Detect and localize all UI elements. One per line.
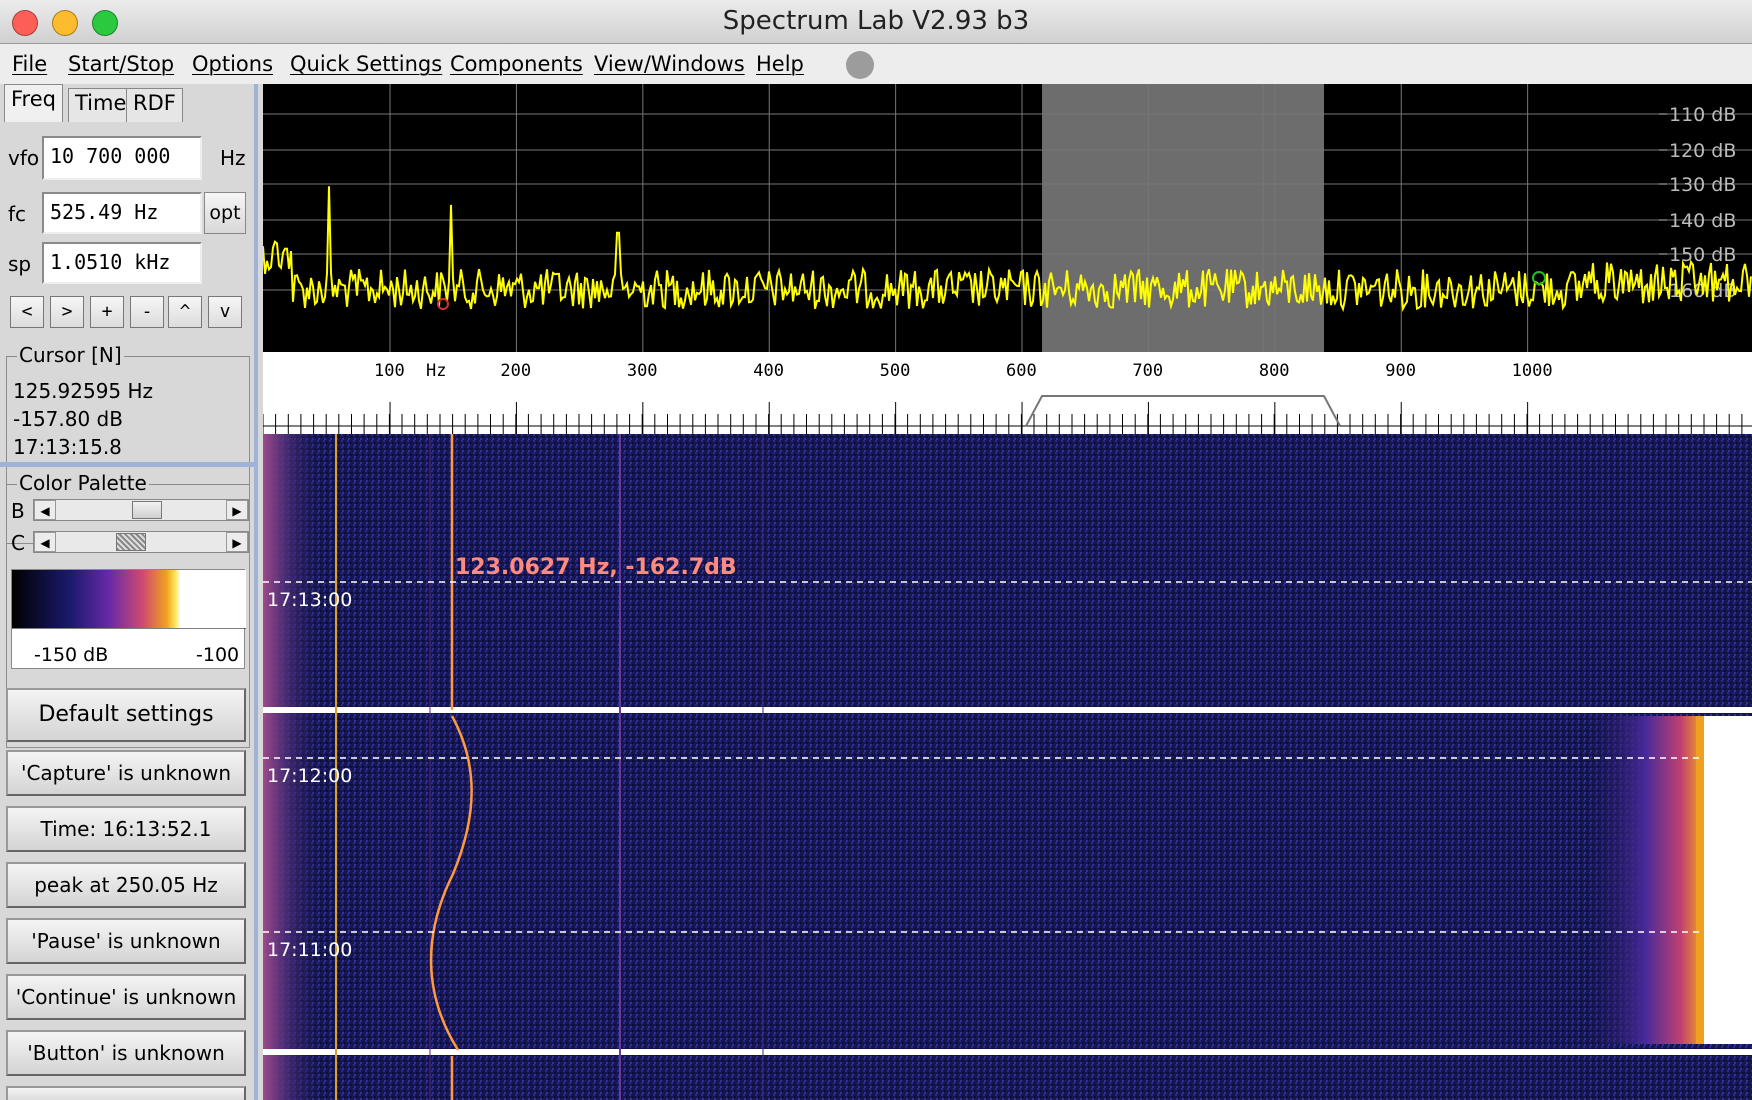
- palette-ticks: [12, 628, 246, 629]
- menu-quick-settings[interactable]: Quick Settings: [290, 52, 442, 76]
- db-label: 120 dB: [1669, 140, 1736, 162]
- menu-start-stop[interactable]: Start/Stop: [68, 52, 174, 76]
- cursor-time: 17:13:15.8: [13, 435, 122, 459]
- contrast-left-arrow-icon[interactable]: ◀: [34, 532, 56, 552]
- tab-time[interactable]: Time: [68, 88, 134, 122]
- menu-help[interactable]: Help: [756, 52, 804, 76]
- status-indicator-icon: [846, 51, 874, 79]
- next-button-edge[interactable]: [6, 1086, 246, 1100]
- menu-view-windows[interactable]: View/Windows: [594, 52, 745, 76]
- palette-preview: -150 dB -100: [11, 569, 246, 669]
- vfo-unit: Hz: [220, 146, 246, 170]
- fc-input[interactable]: 525.49 Hz: [42, 192, 202, 234]
- fc-label: fc: [8, 202, 27, 226]
- freq-tick-label: 1000: [1512, 361, 1553, 381]
- sp-label: sp: [8, 252, 32, 276]
- marker-readout: 123.0627 Hz, -162.7dB: [455, 555, 737, 580]
- db-label: 110 dB: [1669, 104, 1736, 126]
- tab-freq[interactable]: Freq: [4, 84, 63, 122]
- freq-tick-label: 900: [1385, 361, 1416, 381]
- panel-divider: [0, 462, 254, 467]
- brightness-right-arrow-icon[interactable]: ▶: [226, 500, 248, 520]
- time-label: 17:11:00: [267, 939, 352, 961]
- custom-button[interactable]: 'Button' is unknown: [6, 1030, 246, 1076]
- cursor-level: -157.80 dB: [13, 407, 123, 431]
- brightness-label: B: [11, 499, 25, 523]
- contrast-slider-thumb[interactable]: [116, 533, 146, 551]
- opt-button[interactable]: opt: [204, 192, 246, 234]
- capture-button[interactable]: 'Capture' is unknown: [6, 750, 246, 796]
- filter-passband-highlight: [1042, 84, 1324, 352]
- zoom-in-button[interactable]: +: [90, 296, 124, 328]
- window-title: Spectrum Lab V2.93 b3: [722, 6, 1030, 36]
- step-right-button[interactable]: >: [50, 296, 84, 328]
- tab-rdf[interactable]: RDF: [126, 88, 183, 122]
- time-label: 17:12:00: [267, 765, 352, 787]
- time-label: 17:13:00: [267, 589, 352, 611]
- waterfall-white-band: [1698, 716, 1752, 1044]
- brightness-slider-thumb[interactable]: [132, 501, 162, 519]
- brightness-slider[interactable]: ◀ ▶: [33, 499, 249, 521]
- freq-tick-label: 800: [1259, 361, 1290, 381]
- menu-components[interactable]: Components: [450, 52, 583, 76]
- span-input[interactable]: 1.0510 kHz: [42, 242, 202, 284]
- menu-options[interactable]: Options: [192, 52, 273, 76]
- default-settings-button[interactable]: Default settings: [6, 688, 246, 742]
- palette-max-label: -100: [196, 644, 240, 666]
- freq-tick-label: 100: [374, 361, 405, 381]
- zoom-out-button[interactable]: -: [130, 296, 164, 328]
- waterfall-band-left-edge: [1696, 716, 1704, 1044]
- menu-bar: File Start/Stop Options Quick Settings C…: [0, 44, 1752, 84]
- cursor-frequency: 125.92595 Hz: [13, 379, 154, 403]
- waterfall-noise-background: [263, 434, 1752, 1100]
- contrast-slider[interactable]: ◀ ▶: [33, 531, 249, 553]
- title-bar: Spectrum Lab V2.93 b3: [0, 0, 1752, 44]
- step-up-button[interactable]: ^: [168, 296, 202, 328]
- freq-tick-label: 700: [1132, 361, 1163, 381]
- frequency-scale[interactable]: 100 200 300 400 500 600 700 800 900 1000 Hz: [263, 352, 1752, 434]
- db-label: 150 dB: [1669, 244, 1736, 266]
- cursor-group-title: Cursor [N]: [17, 343, 124, 367]
- db-label: 130 dB: [1669, 174, 1736, 196]
- freq-tick-label: 200: [500, 361, 531, 381]
- palette-gradient: [12, 570, 246, 628]
- freq-tick-label: 300: [627, 361, 658, 381]
- time-button[interactable]: Time: 16:13:52.1: [6, 806, 246, 852]
- waterfall-display[interactable]: 17:13:00 17:12:00 17:11:00 123.0627 Hz, …: [263, 434, 1752, 1100]
- step-down-button[interactable]: v: [208, 296, 242, 328]
- freq-tick-label: 400: [753, 361, 784, 381]
- control-panel: Freq Time RDF vfo 10 700 000 Hz fc 525.4…: [0, 84, 258, 1100]
- vfo-label: vfo: [8, 146, 40, 170]
- continue-button[interactable]: 'Continue' is unknown: [6, 974, 246, 1020]
- palette-min-label: -150 dB: [34, 644, 109, 666]
- color-palette-title: Color Palette: [17, 471, 149, 495]
- brightness-left-arrow-icon[interactable]: ◀: [34, 500, 56, 520]
- peak-button[interactable]: peak at 250.05 Hz: [6, 862, 246, 908]
- freq-tick-label: 500: [880, 361, 911, 381]
- freq-tick-label: 600: [1006, 361, 1037, 381]
- step-left-button[interactable]: <: [10, 296, 44, 328]
- spectrum-lab-window: Spectrum Lab V2.93 b3 File Start/Stop Op…: [0, 0, 1752, 1100]
- contrast-label: C: [11, 531, 25, 555]
- spectrum-graph[interactable]: 110 dB120 dB130 dB140 dB150 dB160 dB: [263, 84, 1752, 352]
- menu-file[interactable]: File: [12, 52, 47, 76]
- pause-button[interactable]: 'Pause' is unknown: [6, 918, 246, 964]
- spectrum-background: [263, 84, 1752, 352]
- contrast-right-arrow-icon[interactable]: ▶: [226, 532, 248, 552]
- freq-unit-label: Hz: [426, 361, 446, 381]
- vfo-input[interactable]: 10 700 000: [42, 136, 202, 180]
- db-label: 140 dB: [1669, 210, 1736, 232]
